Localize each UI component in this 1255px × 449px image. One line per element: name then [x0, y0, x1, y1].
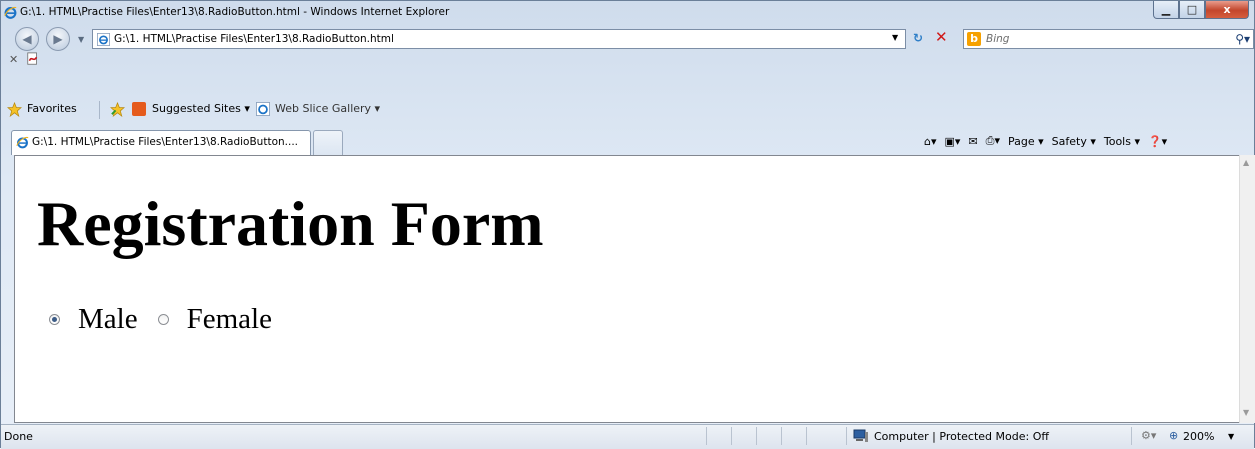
safety-menu[interactable]: Safety ▾ — [1052, 135, 1096, 148]
print-icon[interactable]: ⎙▾ — [986, 134, 1000, 148]
page-menu[interactable]: Page ▾ — [1008, 135, 1044, 148]
suggested-sites-icon — [132, 102, 146, 116]
back-button[interactable]: ◀ — [15, 27, 39, 51]
web-slice-gallery-icon — [256, 102, 270, 116]
status-divider — [756, 427, 757, 445]
close-toolbar-icon[interactable]: ✕ — [9, 53, 18, 66]
pdf-toolbar-icon[interactable] — [26, 52, 40, 66]
close-button[interactable]: x — [1205, 1, 1249, 19]
forward-arrow-icon: ▶ — [53, 32, 63, 46]
command-bar: ⌂▾ ▣▾ ✉ ⎙▾ Page ▾ Safety ▾ Tools ▾ ❓▾ — [924, 132, 1167, 150]
refresh-icon[interactable]: ↻ — [913, 31, 923, 45]
bing-logo-icon: b — [967, 32, 981, 46]
close-icon: x — [1223, 3, 1231, 16]
tab-active[interactable]: G:\1. HTML\Practise Files\Enter13\8.Radi… — [11, 130, 311, 155]
zoom-level[interactable]: 200% — [1183, 430, 1214, 443]
male-label: Male — [78, 303, 138, 335]
gender-radio-group: Male Female — [49, 303, 272, 336]
feeds-icon[interactable]: ▣▾ — [945, 135, 961, 148]
zoom-dropdown-icon[interactable]: ▼ — [1228, 432, 1234, 441]
tab-title: G:\1. HTML\Practise Files\Enter13\8.Radi… — [32, 136, 299, 148]
mail-icon[interactable]: ✉ — [968, 135, 977, 148]
forward-button[interactable]: ▶ — [46, 27, 70, 51]
caption-buttons: ▁ □ x — [1153, 1, 1249, 20]
suggested-sites-button[interactable]: Suggested Sites ▾ — [152, 102, 250, 115]
page-viewport: Registration Form Male Female — [14, 155, 1239, 423]
tab-row: G:\1. HTML\Practise Files\Enter13\8.Radi… — [1, 128, 1254, 155]
add-favorite-icon[interactable] — [110, 102, 125, 117]
status-divider — [781, 427, 782, 445]
favorites-bar: Favorites Suggested Sites ▾ Web Slice Ga… — [1, 98, 1254, 126]
status-divider — [806, 427, 807, 445]
search-icon[interactable]: ⚲▾ — [1235, 32, 1250, 46]
minimize-icon: ▁ — [1161, 3, 1171, 16]
new-tab-button[interactable] — [313, 130, 343, 155]
tools-menu[interactable]: Tools ▾ — [1104, 135, 1140, 148]
window-title: G:\1. HTML\Practise Files\Enter13\8.Radi… — [20, 6, 450, 18]
scroll-up-icon[interactable]: ▲ — [1243, 158, 1249, 167]
zoom-icon[interactable]: ⊕ — [1169, 429, 1178, 442]
maximize-button[interactable]: □ — [1179, 1, 1205, 19]
status-bar: Done Computer | Protected Mode: Off ⚙▾ ⊕… — [1, 424, 1254, 449]
address-row: ◀ ▶ ▼ G:\1. HTML\Practise Files\Enter13\… — [1, 25, 1254, 55]
vertical-scrollbar[interactable]: ▲ ▼ — [1239, 155, 1255, 423]
help-icon[interactable]: ❓▾ — [1148, 135, 1167, 148]
address-url: G:\1. HTML\Practise Files\Enter13\8.Radi… — [114, 33, 394, 45]
address-bar[interactable]: G:\1. HTML\Practise Files\Enter13\8.Radi… — [92, 29, 906, 49]
browser-window: G:\1. HTML\Practise Files\Enter13\8.Radi… — [0, 0, 1255, 449]
status-divider — [846, 427, 847, 445]
back-arrow-icon: ◀ — [22, 32, 32, 46]
page-title: Registration Form — [37, 188, 544, 259]
stop-icon[interactable]: ✕ — [935, 28, 948, 46]
favorites-separator — [99, 101, 100, 119]
search-placeholder: Bing — [986, 33, 1010, 45]
female-radio[interactable] — [157, 314, 169, 325]
female-label: Female — [186, 303, 272, 335]
ie-logo-icon — [4, 6, 17, 19]
status-divider — [731, 427, 732, 445]
status-divider — [706, 427, 707, 445]
protected-mode-icon[interactable]: ⚙▾ — [1141, 429, 1156, 442]
male-radio[interactable] — [49, 314, 60, 325]
maximize-icon: □ — [1186, 3, 1198, 16]
history-dropdown-icon[interactable]: ▼ — [78, 35, 84, 44]
scroll-down-icon[interactable]: ▼ — [1243, 408, 1249, 417]
minimize-button[interactable]: ▁ — [1153, 1, 1179, 19]
page-ie-icon — [97, 33, 110, 46]
web-slice-gallery-button[interactable]: Web Slice Gallery ▾ — [275, 102, 380, 115]
address-dropdown-icon[interactable]: ▼ — [892, 33, 898, 42]
home-icon[interactable]: ⌂▾ — [924, 135, 937, 148]
computer-zone-icon — [853, 429, 868, 442]
tab-ie-icon — [16, 136, 29, 149]
favorites-star-icon[interactable] — [7, 102, 22, 117]
title-bar: G:\1. HTML\Practise Files\Enter13\8.Radi… — [1, 1, 1254, 25]
favorites-button[interactable]: Favorites — [27, 102, 77, 115]
security-zone[interactable]: Computer | Protected Mode: Off — [874, 430, 1049, 443]
secondary-toolbar: ✕ — [1, 52, 1254, 97]
status-text: Done — [4, 430, 33, 443]
status-divider — [1131, 427, 1132, 445]
search-input[interactable]: b Bing ⚲▾ — [963, 29, 1254, 49]
